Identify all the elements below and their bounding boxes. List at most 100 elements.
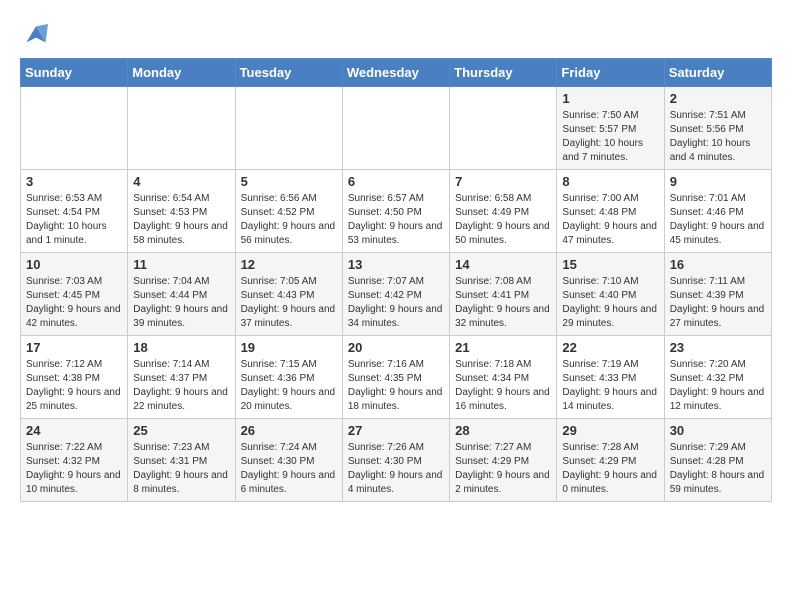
calendar-cell: 16 Sunrise: 7:11 AM Sunset: 4:39 PM Dayli… [664, 253, 771, 336]
day-number: 23 [670, 340, 766, 355]
day-number: 2 [670, 91, 766, 106]
day-number: 8 [562, 174, 658, 189]
day-number: 13 [348, 257, 444, 272]
calendar-cell: 27 Sunrise: 7:26 AM Sunset: 4:30 PM Dayli… [342, 419, 449, 502]
calendar-cell: 23 Sunrise: 7:20 AM Sunset: 4:32 PM Dayli… [664, 336, 771, 419]
calendar-cell: 12Sunrise: 7:05 AM Sunset: 4:43 PM Dayli… [235, 253, 342, 336]
day-info: Sunrise: 7:24 AM Sunset: 4:30 PM Dayligh… [241, 441, 337, 497]
day-info: Sunrise: 6:54 AM Sunset: 4:53 PM Dayligh… [133, 192, 229, 248]
logo [20, 20, 56, 48]
day-number: 21 [455, 340, 551, 355]
calendar-cell [128, 87, 235, 170]
page-header [20, 20, 772, 48]
day-info: Sunrise: 6:58 AM Sunset: 4:49 PM Dayligh… [455, 192, 551, 248]
calendar-cell: 9 Sunrise: 7:01 AM Sunset: 4:46 PM Daylig… [664, 170, 771, 253]
day-info: Sunrise: 7:11 AM Sunset: 4:39 PM Dayligh… [670, 275, 766, 331]
calendar-cell: 3 Sunrise: 6:53 AM Sunset: 4:54 PM Daylig… [21, 170, 128, 253]
day-info: Sunrise: 7:03 AM Sunset: 4:45 PM Dayligh… [26, 275, 122, 331]
day-number: 5 [241, 174, 337, 189]
calendar-cell: 4Sunrise: 6:54 AM Sunset: 4:53 PM Daylig… [128, 170, 235, 253]
day-number: 27 [348, 423, 444, 438]
day-info: Sunrise: 7:27 AM Sunset: 4:29 PM Dayligh… [455, 441, 551, 497]
weekday-header: Tuesday [235, 59, 342, 87]
day-info: Sunrise: 7:26 AM Sunset: 4:30 PM Dayligh… [348, 441, 444, 497]
calendar-table: SundayMondayTuesdayWednesdayThursdayFrid… [20, 58, 772, 502]
weekday-header: Wednesday [342, 59, 449, 87]
day-info: Sunrise: 6:53 AM Sunset: 4:54 PM Dayligh… [26, 192, 122, 248]
day-info: Sunrise: 7:12 AM Sunset: 4:38 PM Dayligh… [26, 358, 122, 414]
day-number: 3 [26, 174, 122, 189]
calendar-cell: 21 Sunrise: 7:18 AM Sunset: 4:34 PM Dayli… [450, 336, 557, 419]
day-number: 25 [133, 423, 229, 438]
calendar-cell: 5 Sunrise: 6:56 AM Sunset: 4:52 PM Daylig… [235, 170, 342, 253]
weekday-header: Sunday [21, 59, 128, 87]
day-info: Sunrise: 7:04 AM Sunset: 4:44 PM Dayligh… [133, 275, 229, 331]
day-info: Sunrise: 7:10 AM Sunset: 4:40 PM Dayligh… [562, 275, 658, 331]
day-number: 26 [241, 423, 337, 438]
calendar-cell: 17 Sunrise: 7:12 AM Sunset: 4:38 PM Dayli… [21, 336, 128, 419]
day-info: Sunrise: 7:08 AM Sunset: 4:41 PM Dayligh… [455, 275, 551, 331]
calendar-week-row: 17 Sunrise: 7:12 AM Sunset: 4:38 PM Dayli… [21, 336, 772, 419]
calendar-cell [235, 87, 342, 170]
day-info: Sunrise: 7:51 AM Sunset: 5:56 PM Dayligh… [670, 109, 766, 165]
day-info: Sunrise: 7:19 AM Sunset: 4:33 PM Dayligh… [562, 358, 658, 414]
calendar-cell: 30 Sunrise: 7:29 AM Sunset: 4:28 PM Dayli… [664, 419, 771, 502]
calendar-cell: 6 Sunrise: 6:57 AM Sunset: 4:50 PM Daylig… [342, 170, 449, 253]
calendar-cell: 7Sunrise: 6:58 AM Sunset: 4:49 PM Daylig… [450, 170, 557, 253]
day-number: 17 [26, 340, 122, 355]
calendar-cell [450, 87, 557, 170]
day-info: Sunrise: 6:57 AM Sunset: 4:50 PM Dayligh… [348, 192, 444, 248]
calendar-cell: 24Sunrise: 7:22 AM Sunset: 4:32 PM Dayli… [21, 419, 128, 502]
day-number: 19 [241, 340, 337, 355]
calendar-cell: 26 Sunrise: 7:24 AM Sunset: 4:30 PM Dayli… [235, 419, 342, 502]
day-info: Sunrise: 7:01 AM Sunset: 4:46 PM Dayligh… [670, 192, 766, 248]
calendar-cell: 11Sunrise: 7:04 AM Sunset: 4:44 PM Dayli… [128, 253, 235, 336]
calendar-week-row: 10 Sunrise: 7:03 AM Sunset: 4:45 PM Dayli… [21, 253, 772, 336]
day-number: 18 [133, 340, 229, 355]
day-number: 1 [562, 91, 658, 106]
calendar-cell: 13 Sunrise: 7:07 AM Sunset: 4:42 PM Dayli… [342, 253, 449, 336]
weekday-header-row: SundayMondayTuesdayWednesdayThursdayFrid… [21, 59, 772, 87]
day-info: Sunrise: 7:14 AM Sunset: 4:37 PM Dayligh… [133, 358, 229, 414]
day-number: 24 [26, 423, 122, 438]
calendar-cell: 14 Sunrise: 7:08 AM Sunset: 4:41 PM Dayli… [450, 253, 557, 336]
calendar-cell: 1 Sunrise: 7:50 AM Sunset: 5:57 PM Daylig… [557, 87, 664, 170]
calendar-cell: 18 Sunrise: 7:14 AM Sunset: 4:37 PM Dayli… [128, 336, 235, 419]
calendar-cell: 22Sunrise: 7:19 AM Sunset: 4:33 PM Dayli… [557, 336, 664, 419]
weekday-header: Friday [557, 59, 664, 87]
calendar-cell [342, 87, 449, 170]
weekday-header: Saturday [664, 59, 771, 87]
calendar-cell: 15 Sunrise: 7:10 AM Sunset: 4:40 PM Dayli… [557, 253, 664, 336]
day-number: 9 [670, 174, 766, 189]
day-number: 16 [670, 257, 766, 272]
calendar-cell [21, 87, 128, 170]
day-number: 20 [348, 340, 444, 355]
calendar-cell: 8 Sunrise: 7:00 AM Sunset: 4:48 PM Daylig… [557, 170, 664, 253]
day-info: Sunrise: 6:56 AM Sunset: 4:52 PM Dayligh… [241, 192, 337, 248]
weekday-header: Monday [128, 59, 235, 87]
calendar-cell: 2 Sunrise: 7:51 AM Sunset: 5:56 PM Daylig… [664, 87, 771, 170]
calendar-cell: 25Sunrise: 7:23 AM Sunset: 4:31 PM Dayli… [128, 419, 235, 502]
day-info: Sunrise: 7:20 AM Sunset: 4:32 PM Dayligh… [670, 358, 766, 414]
day-info: Sunrise: 7:00 AM Sunset: 4:48 PM Dayligh… [562, 192, 658, 248]
calendar-week-row: 3 Sunrise: 6:53 AM Sunset: 4:54 PM Daylig… [21, 170, 772, 253]
day-number: 28 [455, 423, 551, 438]
day-info: Sunrise: 7:28 AM Sunset: 4:29 PM Dayligh… [562, 441, 658, 497]
day-number: 30 [670, 423, 766, 438]
day-number: 14 [455, 257, 551, 272]
day-number: 15 [562, 257, 658, 272]
calendar-cell: 10 Sunrise: 7:03 AM Sunset: 4:45 PM Dayli… [21, 253, 128, 336]
weekday-header: Thursday [450, 59, 557, 87]
day-info: Sunrise: 7:05 AM Sunset: 4:43 PM Dayligh… [241, 275, 337, 331]
day-number: 29 [562, 423, 658, 438]
day-info: Sunrise: 7:50 AM Sunset: 5:57 PM Dayligh… [562, 109, 658, 165]
day-number: 6 [348, 174, 444, 189]
day-info: Sunrise: 7:29 AM Sunset: 4:28 PM Dayligh… [670, 441, 766, 497]
day-info: Sunrise: 7:16 AM Sunset: 4:35 PM Dayligh… [348, 358, 444, 414]
calendar-cell: 29 Sunrise: 7:28 AM Sunset: 4:29 PM Dayli… [557, 419, 664, 502]
calendar-cell: 28 Sunrise: 7:27 AM Sunset: 4:29 PM Dayli… [450, 419, 557, 502]
day-number: 10 [26, 257, 122, 272]
day-info: Sunrise: 7:15 AM Sunset: 4:36 PM Dayligh… [241, 358, 337, 414]
day-info: Sunrise: 7:18 AM Sunset: 4:34 PM Dayligh… [455, 358, 551, 414]
day-info: Sunrise: 7:07 AM Sunset: 4:42 PM Dayligh… [348, 275, 444, 331]
